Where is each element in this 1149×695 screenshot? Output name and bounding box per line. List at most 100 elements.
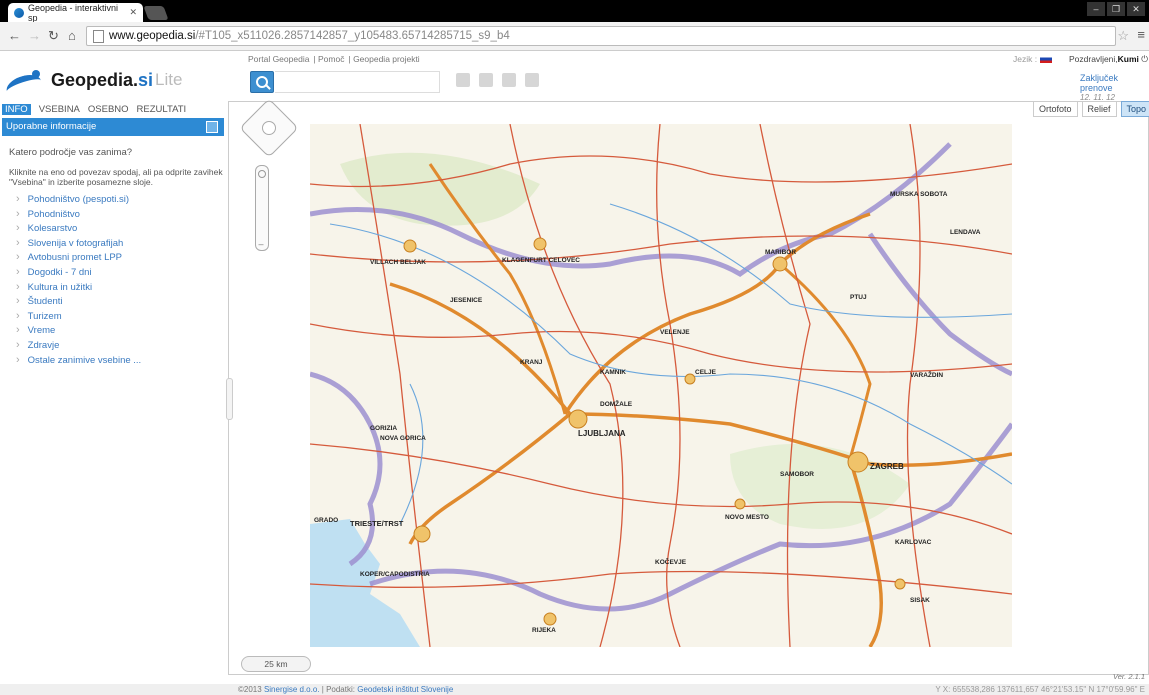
sidebar-tabs: INFO VSEBINA OSEBNO REZULTATI [2, 104, 186, 115]
search-button[interactable] [250, 71, 274, 93]
info-link[interactable]: Kolesarstvo [16, 222, 141, 237]
user-name[interactable]: Kumi [1118, 54, 1139, 64]
scale-bar: 25 km [241, 656, 311, 672]
info-links: Pohodništvo (pespoti.si) Pohodništvo Kol… [16, 193, 142, 369]
info-link[interactable]: Slovenija v fotografijah [16, 237, 141, 252]
update-notice[interactable]: Zaključek prenove 12. 11. 12 [1080, 73, 1149, 102]
question-text: Katero področje vas zanima? [9, 147, 133, 158]
browser-titlebar: Geopedia - interaktivni sp ✕ – ❐ ✕ [0, 0, 1149, 23]
tab-rezultati[interactable]: REZULTATI [137, 104, 187, 115]
label-maribor: MARIBOR [765, 249, 796, 256]
logo-lite: Lite [155, 70, 183, 89]
panel-list-icon[interactable] [206, 121, 218, 133]
url-field[interactable]: www.geopedia.si/#T105_x511026.2857142857… [86, 26, 1116, 46]
zoom-out-icon[interactable]: – [257, 240, 265, 249]
copyright: ©2013 [238, 685, 262, 694]
page-icon [93, 30, 104, 43]
label-koper: KOPER/CAPODISTRIA [360, 571, 430, 578]
link-help[interactable]: Pomoč [318, 54, 344, 64]
geopedia-logo[interactable]: Geopedia. si Lite [6, 66, 182, 94]
minimize-icon[interactable]: – [1087, 2, 1105, 16]
company-link[interactable]: Sinergise d.o.o. [264, 685, 320, 694]
version-label: Ver. 2.1.1 [1113, 672, 1145, 681]
toolbar [456, 73, 539, 87]
address-bar: ← → ↻ ⌂ www.geopedia.si/#T105_x511026.28… [0, 22, 1149, 51]
label-novo-mesto: NOVO MESTO [725, 514, 769, 521]
greeting-text: Pozdravljeni, [1069, 54, 1118, 64]
browser-tab[interactable]: Geopedia - interaktivni sp ✕ [8, 2, 143, 23]
city-klagenfurt [533, 237, 547, 251]
label-ljubljana: LJUBLJANA [578, 429, 626, 438]
label-jesenice: JESENICE [450, 297, 483, 304]
slovenian-flag-icon[interactable] [1040, 55, 1053, 63]
home-icon[interactable]: ⌂ [68, 28, 76, 43]
update-label: Zaključek prenove [1080, 73, 1119, 93]
city-ljubljana [568, 409, 588, 429]
zoom-slider[interactable]: – [255, 165, 269, 251]
maximize-icon[interactable]: ❐ [1107, 2, 1125, 16]
label-klagenfurt: KLAGENFURT CELOVEC [502, 257, 580, 264]
tab-info[interactable]: INFO [2, 104, 31, 115]
tools-icon[interactable] [525, 73, 539, 87]
info-link[interactable]: Avtobusni promet LPP [16, 251, 141, 266]
info-link[interactable]: Kultura in užitki [16, 281, 141, 296]
tab-osebno[interactable]: OSEBNO [88, 104, 129, 115]
geopedia-favicon-icon [14, 7, 24, 18]
language-selector[interactable]: Jezik : [1013, 54, 1053, 64]
panel-title: Uporabne informacije [6, 121, 97, 132]
label-trieste: TRIESTE/TRST [350, 519, 404, 528]
panel-header: Uporabne informacije [2, 118, 224, 136]
zoom-thumb[interactable] [258, 170, 266, 178]
intro-text: Kliknite na eno od povezav spodaj, ali p… [9, 167, 223, 187]
info-link[interactable]: Pohodništvo [16, 208, 141, 223]
logo-swoosh-icon [6, 66, 46, 94]
info-link[interactable]: Ostale zanimive vsebine ... [16, 354, 142, 369]
new-tab-button[interactable] [143, 6, 169, 20]
info-link[interactable]: Turizem [16, 310, 141, 325]
data-source-link[interactable]: Geodetski inštitut Slovenije [357, 685, 453, 694]
info-link[interactable]: Pohodništvo (pespoti.si) [16, 193, 141, 208]
tab-vsebina[interactable]: VSEBINA [39, 104, 80, 115]
car-route-icon[interactable] [502, 73, 516, 87]
link-portal[interactable]: Portal Geopedia [248, 54, 309, 64]
label-celje: CELJE [695, 369, 717, 376]
label-villach: VILLACH BELJAK [370, 259, 426, 266]
city-zagreb [847, 451, 869, 473]
back-icon[interactable]: ← [8, 28, 21, 43]
search-input[interactable] [275, 71, 440, 93]
label-velenje: VELENJE [660, 329, 690, 336]
sidebar-resize-handle[interactable] [226, 378, 233, 420]
info-link[interactable]: Vreme [16, 324, 141, 339]
label-nova-gorica: NOVA GORICA [380, 435, 426, 442]
layer-topo-button[interactable]: Topo [1120, 101, 1149, 117]
city-trieste [413, 525, 431, 543]
logo-name: Geopedia. [51, 69, 139, 90]
layer-ortofoto-button[interactable]: Ortofoto [1033, 101, 1078, 117]
city-novo-mesto [734, 498, 746, 510]
info-link[interactable]: Zdravje [16, 339, 141, 354]
top-links: Portal Geopedia | Pomoč | Geopedia projekt… [248, 54, 420, 64]
tab-close-icon[interactable]: ✕ [129, 7, 137, 18]
print-icon[interactable] [456, 73, 470, 87]
info-link[interactable]: Dogodki - 7 dni [16, 266, 141, 281]
link-projects[interactable]: Geopedia projekti [353, 54, 420, 64]
tab-title: Geopedia - interaktivni sp [28, 2, 119, 23]
browser-menu-icon[interactable]: ≡ [1137, 27, 1145, 42]
label-gorizia: GORIZIA [370, 425, 397, 432]
city-rijeka [543, 612, 557, 626]
reload-icon[interactable]: ↻ [48, 28, 59, 44]
forward-icon[interactable]: → [28, 28, 41, 43]
label-grado: GRADO [314, 517, 338, 524]
chart-icon[interactable] [479, 73, 493, 87]
label-kranj: KRANJ [520, 359, 543, 366]
close-window-icon[interactable]: ✕ [1127, 2, 1145, 16]
label-samobor: SAMOBOR [780, 471, 814, 478]
info-link[interactable]: Študenti [16, 295, 141, 310]
coordinates-readout: Y X: 655538,286 137611,657 46°21'53.15" … [935, 685, 1145, 694]
topo-map[interactable]: KLAGENFURT CELOVEC VILLACH BELJAK JESENI… [310, 124, 1012, 647]
bookmark-star-icon[interactable]: ☆ [1117, 28, 1129, 44]
logo-si: si [138, 69, 154, 90]
data-label: | Podatki: [321, 685, 355, 694]
label-domzale: DOMŽALE [600, 399, 633, 408]
layer-relief-button[interactable]: Relief [1081, 101, 1117, 117]
